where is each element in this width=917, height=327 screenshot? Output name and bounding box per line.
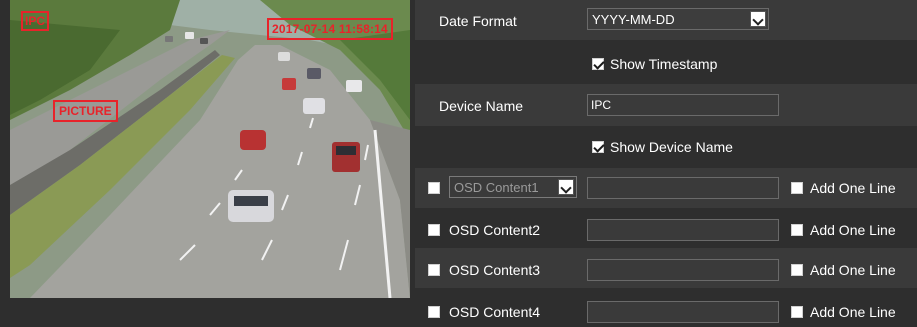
show-timestamp-label: Show Timestamp [610,56,718,72]
show-device-name-row: Show Device Name [415,126,917,168]
osd-settings-panel: Date Format YYYY-MM-DD Show Timestamp De… [415,0,917,327]
osd-content1-input[interactable] [587,177,779,199]
osd-content-row: OSD Content4 Add One Line [415,288,917,327]
osd-content4-add-line-checkbox[interactable] [791,306,803,318]
osd-content3-add-line-label: Add One Line [810,262,896,278]
chevron-down-icon[interactable] [750,11,766,27]
osd-content1-label: OSD Content1 [454,180,539,195]
osd-ipc-overlay[interactable]: IPC [21,11,50,31]
osd-picture-overlay[interactable]: PICTURE [53,100,118,122]
osd-content1-add-line-label: Add One Line [810,180,896,196]
date-format-select[interactable]: YYYY-MM-DD [587,8,769,30]
osd-content2-add-line-checkbox[interactable] [791,224,803,236]
osd-content-row: OSD Content2 Add One Line [415,208,917,248]
osd-content2-input[interactable] [587,219,779,241]
chevron-down-icon[interactable] [558,179,574,195]
osd-content4-add-line-label: Add One Line [810,304,896,320]
osd-content3-add-line-checkbox[interactable] [791,264,803,276]
device-name-input[interactable] [587,94,779,116]
show-device-name-checkbox[interactable] [592,141,604,153]
date-format-label: Date Format [439,13,517,29]
osd-content4-label: OSD Content4 [449,304,541,320]
osd-content1-enable-checkbox[interactable] [428,182,440,194]
osd-content2-label: OSD Content2 [449,222,541,238]
osd-timestamp-overlay[interactable]: 2017-07-14 11:58:14 [267,18,393,40]
osd-content3-label: OSD Content3 [449,262,541,278]
osd-content3-enable-checkbox[interactable] [428,264,440,276]
video-preview: IPC 2017-07-14 11:58:14 PICTURE [10,0,410,298]
date-format-row: Date Format YYYY-MM-DD [415,0,917,40]
osd-content4-input[interactable] [587,301,779,323]
osd-content3-input[interactable] [587,259,779,281]
show-timestamp-checkbox[interactable] [592,58,604,70]
device-name-row: Device Name [415,84,917,126]
osd-content1-select[interactable]: OSD Content1 [449,176,577,198]
osd-content1-add-line-checkbox[interactable] [791,182,803,194]
osd-content2-enable-checkbox[interactable] [428,224,440,236]
device-name-label: Device Name [439,98,524,114]
highway-scene [10,0,410,298]
osd-content4-enable-checkbox[interactable] [428,306,440,318]
osd-content-row: OSD Content3 Add One Line [415,248,917,288]
osd-content2-add-line-label: Add One Line [810,222,896,238]
show-timestamp-row: Show Timestamp [415,40,917,84]
osd-content-row: OSD Content1 Add One Line [415,168,917,208]
date-format-value: YYYY-MM-DD [592,12,675,27]
show-device-name-label: Show Device Name [610,139,733,155]
